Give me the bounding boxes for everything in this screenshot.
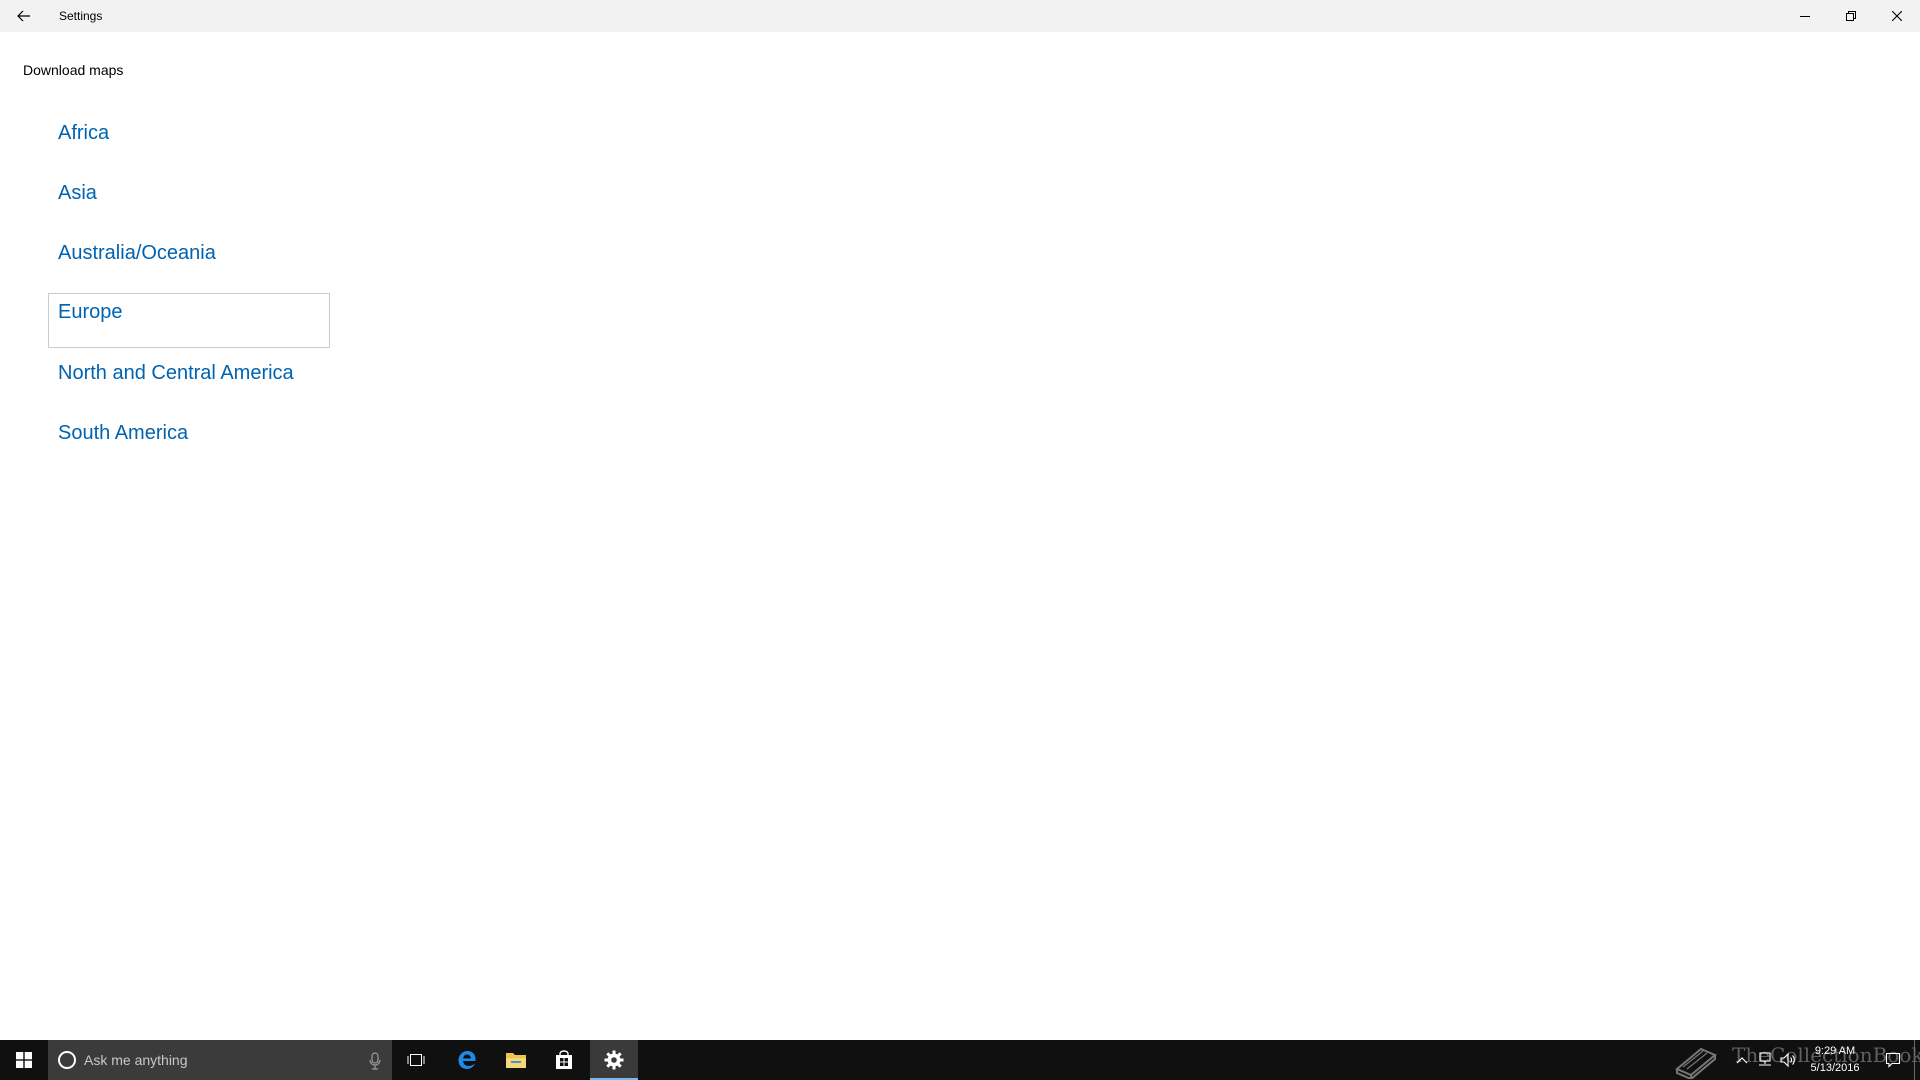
cortana-icon [58,1051,76,1069]
settings-app-button[interactable] [590,1040,638,1080]
network-icon [1759,1052,1771,1066]
volume-button[interactable] [1778,1050,1798,1070]
task-view-button[interactable] [392,1040,440,1080]
taskbar: Ask me anything TheCollectionBook 9:29 A… [0,1040,1920,1080]
minimize-button[interactable] [1782,0,1828,32]
region-link-asia[interactable]: Asia [48,174,330,229]
region-link-europe[interactable]: Europe [48,293,330,348]
file-explorer-button[interactable] [492,1040,540,1080]
start-button[interactable] [0,1040,48,1080]
settings-gear-icon [604,1050,624,1070]
network-button[interactable] [1755,1050,1775,1070]
page-title: Download maps [23,62,124,78]
windows-logo-icon [16,1052,32,1068]
file-explorer-icon [506,1053,526,1068]
title-bar: Settings [0,0,1920,32]
clock-date: 5/13/2016 [1810,1062,1860,1074]
watermark-book-icon [1668,1040,1724,1080]
region-link-australia-oceania[interactable]: Australia/Oceania [48,234,330,289]
store-icon [556,1050,572,1069]
restore-icon [1846,11,1856,21]
close-icon [1892,11,1902,21]
tray-overflow-button[interactable] [1732,1050,1752,1070]
window-controls [1782,0,1920,32]
close-button[interactable] [1874,0,1920,32]
window-title: Settings [59,9,103,23]
back-button[interactable] [0,0,48,32]
region-link-south-america[interactable]: South America [48,414,330,469]
show-desktop-button[interactable] [1914,1040,1920,1080]
search-box[interactable]: Ask me anything [48,1040,392,1080]
search-placeholder: Ask me anything [84,1052,188,1068]
minimize-icon [1800,16,1810,17]
action-center-button[interactable] [1876,1040,1910,1080]
restore-button[interactable] [1828,0,1874,32]
edge-icon [458,1051,476,1069]
edge-button[interactable] [443,1040,491,1080]
chevron-up-icon [1736,1057,1748,1064]
clock-time: 9:29 AM [1814,1045,1856,1057]
region-link-north-central-america[interactable]: North and Central America [48,354,330,409]
store-button[interactable] [540,1040,588,1080]
task-view-icon [407,1054,425,1066]
taskbar-clock[interactable]: 9:29 AM 5/13/2016 [1800,1043,1870,1077]
back-arrow-icon [17,10,30,22]
region-link-africa[interactable]: Africa [48,114,330,169]
microphone-icon[interactable] [368,1052,382,1070]
volume-icon [1780,1052,1795,1068]
notification-icon [1885,1052,1901,1068]
